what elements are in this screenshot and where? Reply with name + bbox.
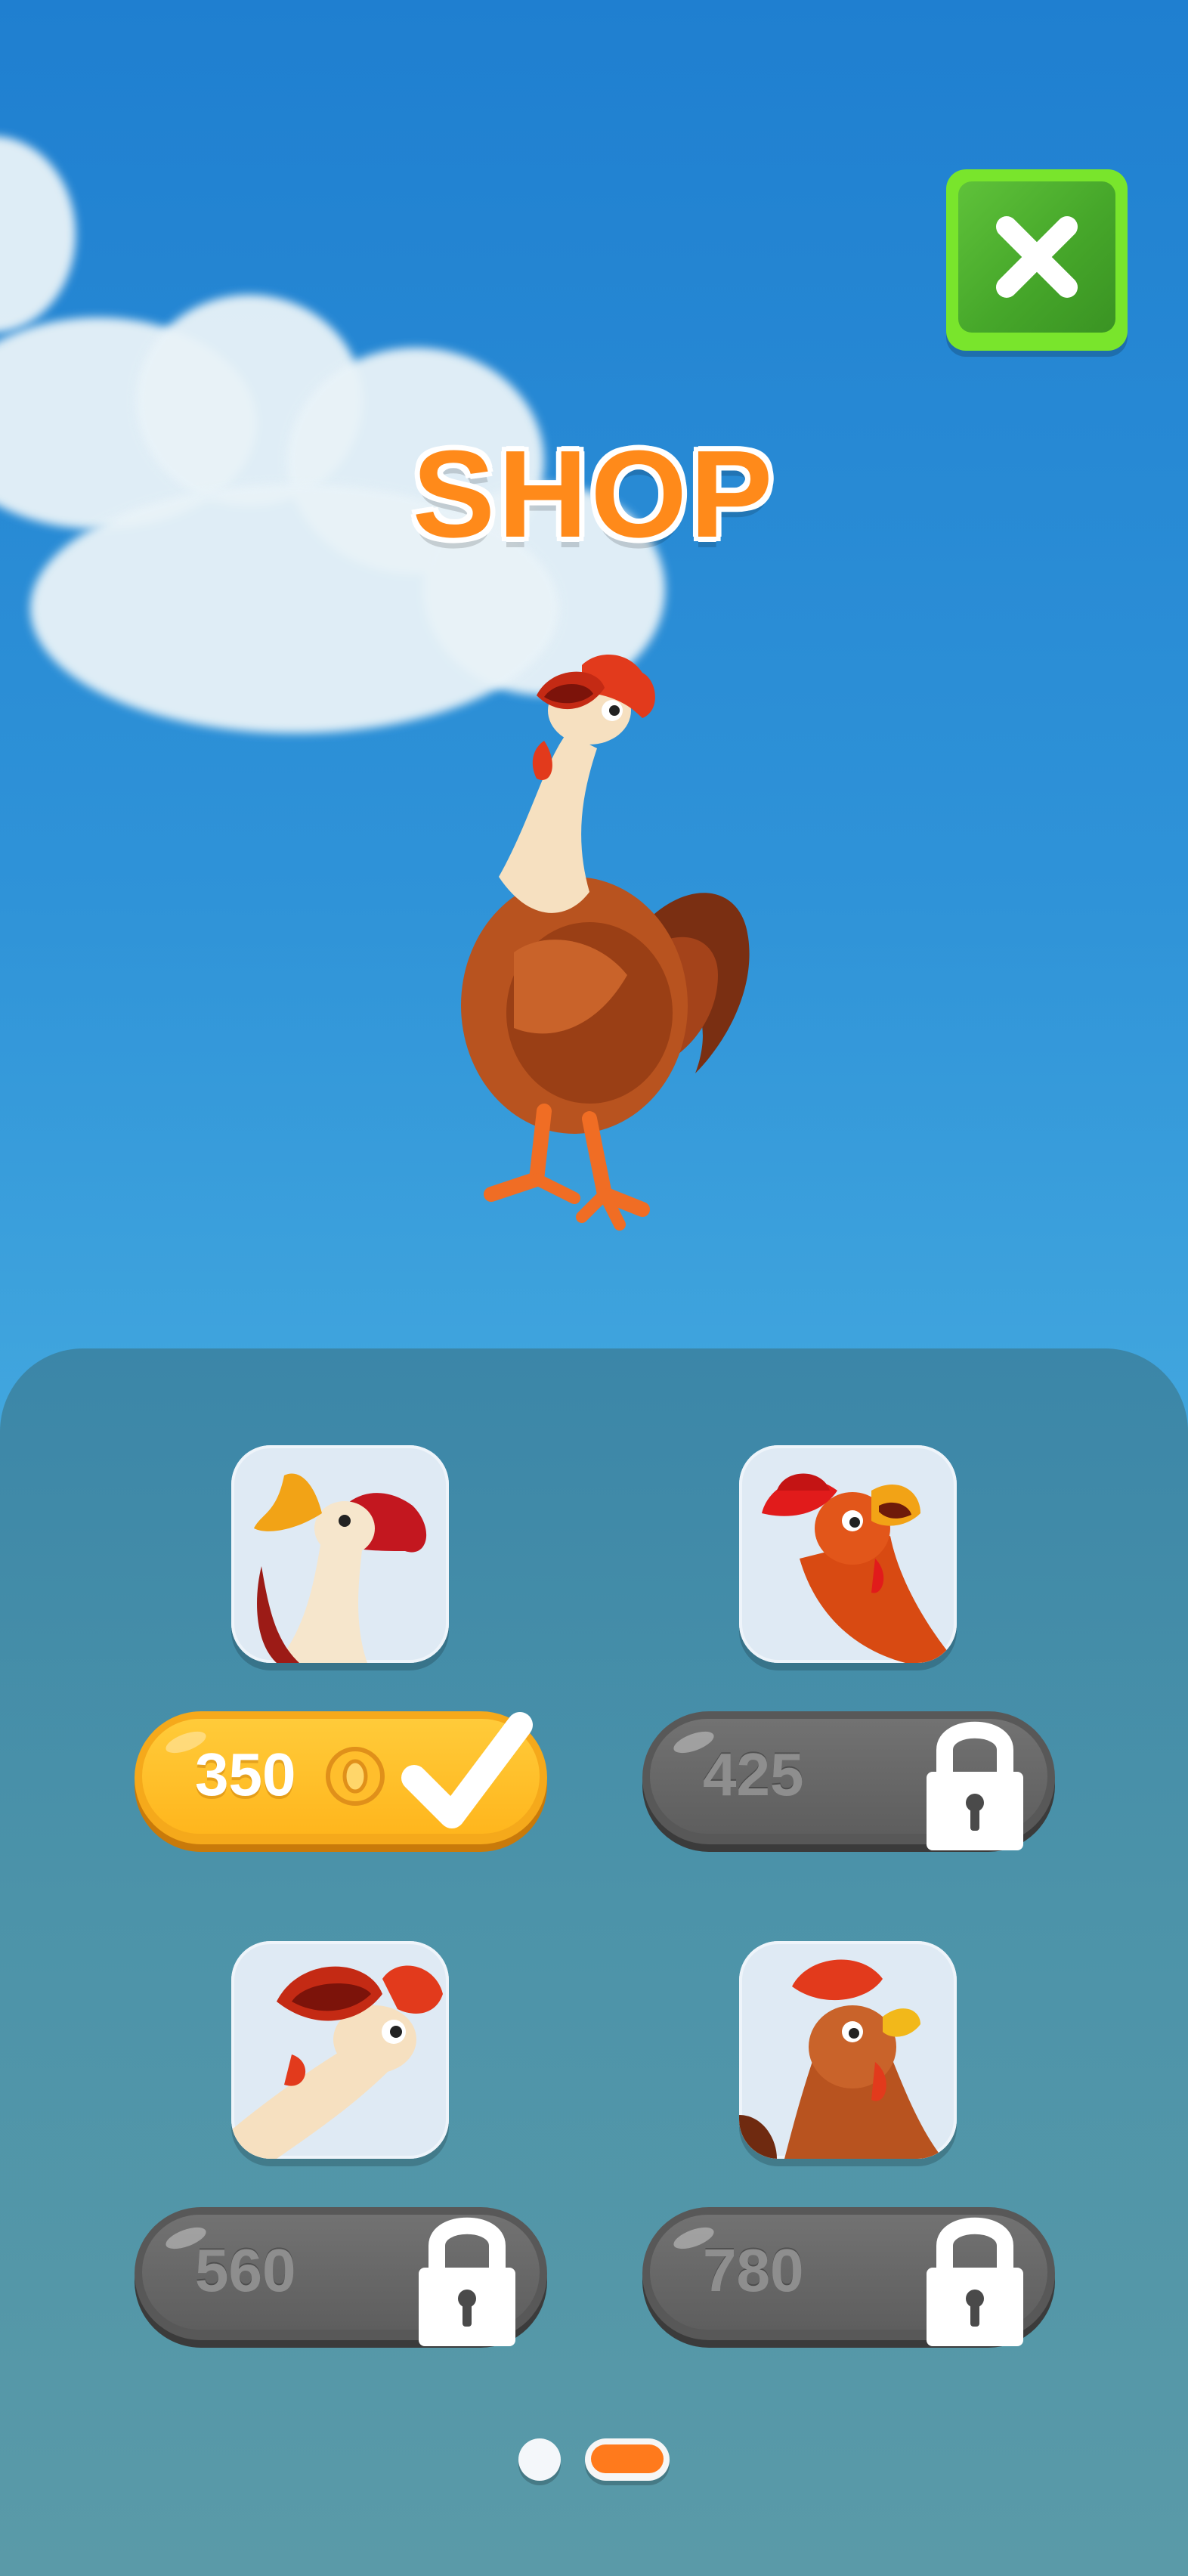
rooster-white-avatar [254,1473,427,1663]
coin-icon [326,1747,385,1806]
price-button-425[interactable]: 425 [642,1711,1055,1850]
shop-item-card[interactable] [231,1941,449,2159]
lock-icon [419,2217,515,2346]
price-label: 350 [195,1741,296,1808]
lock-icon [927,2217,1023,2346]
close-icon [996,216,1078,298]
page-title: SHOP [412,425,776,563]
shop-item-card[interactable] [231,1445,449,1663]
shop-item-card[interactable] [739,1941,957,2159]
checkmark-icon [401,1712,533,1828]
price-button-780[interactable]: 780 [642,2207,1055,2346]
page-indicator-1[interactable] [518,2438,561,2481]
price-button-350[interactable]: 350 [135,1711,547,1844]
close-button[interactable] [946,169,1128,351]
rooster-brown-avatar [739,1959,943,2159]
rooster-preview [461,655,750,1231]
lock-icon [927,1721,1023,1850]
price-button-560[interactable]: 560 [135,2207,547,2346]
price-label: 780 [703,2237,804,2304]
shop-panel [0,1348,1188,2576]
rooster-red-avatar [762,1473,957,1663]
price-label: 425 [703,1741,804,1808]
rooster-crowing-avatar [231,1965,443,2159]
price-label: 560 [195,2237,296,2304]
page-indicator-2-active[interactable] [585,2438,670,2481]
shop-item-card[interactable] [739,1445,957,1663]
